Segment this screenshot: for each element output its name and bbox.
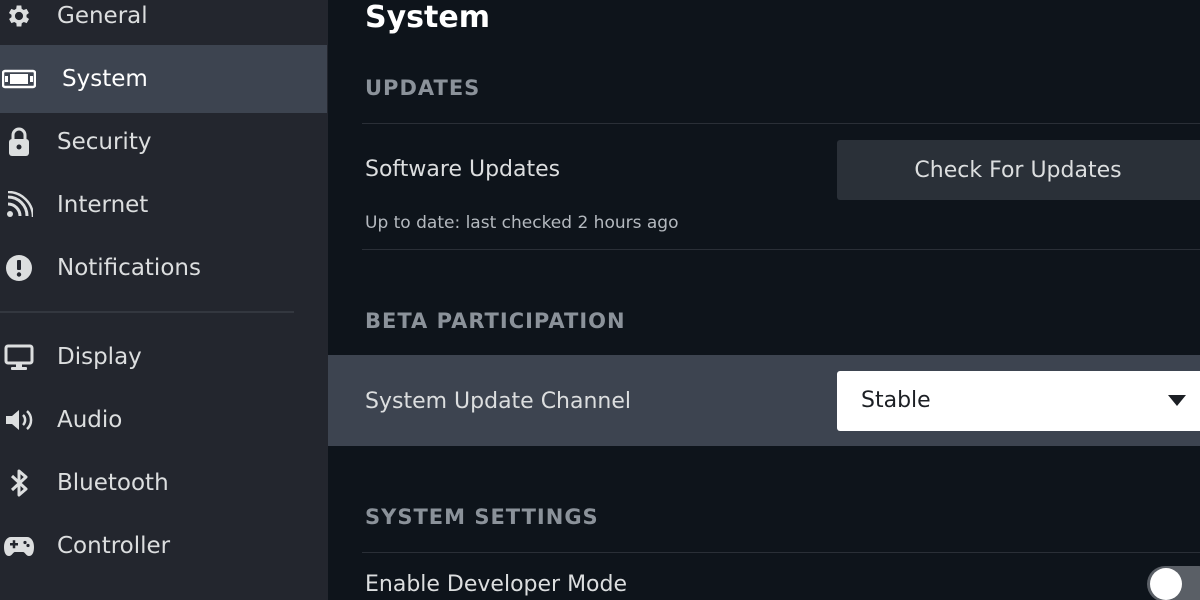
dropdown-selected-value: Stable <box>861 388 931 413</box>
alert-circle-icon <box>2 251 36 285</box>
gear-icon <box>2 0 36 33</box>
update-status-text: Up to date: last checked 2 hours ago <box>365 213 679 233</box>
sidebar: General System Security Internet Notific… <box>0 0 328 600</box>
divider <box>362 123 1200 124</box>
sidebar-item-controller[interactable]: Controller <box>0 512 327 580</box>
sidebar-item-general[interactable]: General <box>0 0 327 50</box>
sidebar-item-internet[interactable]: Internet <box>0 171 327 239</box>
sidebar-item-audio[interactable]: Audio <box>0 386 327 454</box>
sidebar-item-label: General <box>57 3 148 29</box>
sidebar-item-system[interactable]: System <box>0 45 327 113</box>
divider <box>362 552 1200 553</box>
section-header-updates: UPDATES <box>365 76 481 100</box>
toggle-knob <box>1150 568 1182 600</box>
speaker-icon <box>2 403 36 437</box>
update-channel-dropdown[interactable]: Stable <box>837 371 1200 431</box>
sidebar-item-label: Notifications <box>57 255 201 281</box>
software-updates-label: Software Updates <box>365 157 561 182</box>
check-for-updates-button[interactable]: Check For Updates <box>837 140 1200 200</box>
sidebar-divider <box>0 311 294 313</box>
sidebar-item-bluetooth[interactable]: Bluetooth <box>0 449 327 517</box>
main-content: System UPDATES Software Updates Check Fo… <box>328 0 1200 600</box>
sidebar-item-label: Security <box>57 129 152 155</box>
monitor-icon <box>2 340 36 374</box>
sidebar-item-notifications[interactable]: Notifications <box>0 234 327 302</box>
update-channel-label: System Update Channel <box>365 389 632 414</box>
sidebar-item-label: Internet <box>57 192 149 218</box>
developer-mode-toggle[interactable] <box>1147 566 1200 600</box>
section-header-beta: BETA PARTICIPATION <box>365 309 626 333</box>
developer-mode-label: Enable Developer Mode <box>365 572 628 597</box>
divider <box>362 249 1200 250</box>
lock-icon <box>2 125 36 159</box>
section-header-system-settings: SYSTEM SETTINGS <box>365 505 599 529</box>
sidebar-item-label: Bluetooth <box>57 470 169 496</box>
bluetooth-icon <box>2 466 36 500</box>
gamepad-icon <box>2 529 36 563</box>
sidebar-item-label: Audio <box>57 407 123 433</box>
sidebar-item-security[interactable]: Security <box>0 108 327 176</box>
chevron-down-icon <box>1168 395 1186 406</box>
sidebar-item-label: Display <box>57 344 142 370</box>
sidebar-item-label: Controller <box>57 533 171 559</box>
wifi-signal-icon <box>2 188 36 222</box>
page-title: System <box>365 0 490 35</box>
sidebar-item-label: System <box>62 66 148 92</box>
sidebar-item-display[interactable]: Display <box>0 323 327 391</box>
system-device-icon <box>2 62 36 96</box>
